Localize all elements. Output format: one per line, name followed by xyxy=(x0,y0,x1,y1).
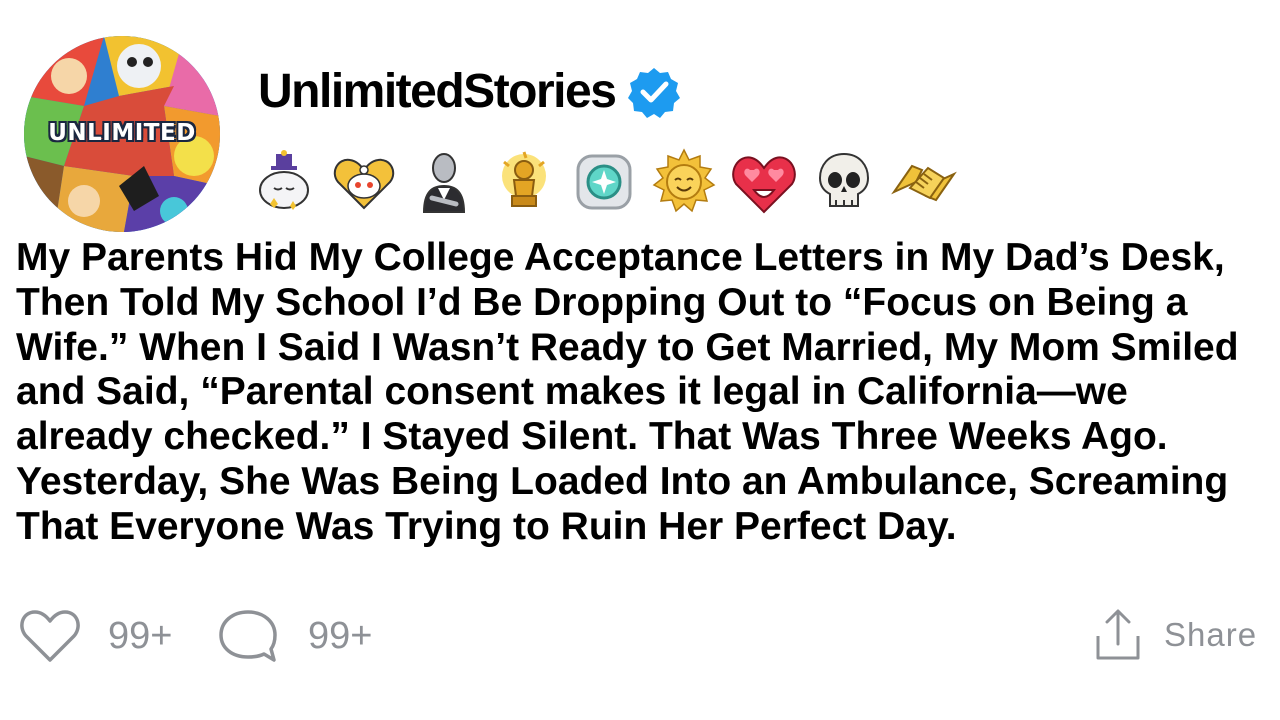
skull-award-icon[interactable] xyxy=(810,148,878,216)
username[interactable]: UnlimitedStories xyxy=(258,62,617,122)
avatar-label: UNLIMITED xyxy=(48,120,196,146)
award-badges xyxy=(250,148,958,216)
author-header: UnlimitedStories xyxy=(258,62,681,122)
handshake-award-icon[interactable] xyxy=(890,148,958,216)
comment-button[interactable]: 99+ xyxy=(218,608,372,664)
like-button[interactable]: 99+ xyxy=(18,608,172,664)
bald-statue-award-icon[interactable] xyxy=(410,148,478,216)
sleeping-snoo-award-icon[interactable] xyxy=(250,148,318,216)
silver-gem-award-icon[interactable] xyxy=(570,148,638,216)
heart-snoo-award-icon[interactable] xyxy=(330,148,398,216)
verified-badge-icon xyxy=(628,68,681,118)
share-label: Share xyxy=(1164,616,1258,653)
gold-trophy-award-icon[interactable] xyxy=(490,148,558,216)
like-count: 99+ xyxy=(108,614,173,657)
post-title[interactable]: My Parents Hid My College Acceptance Let… xyxy=(16,236,1266,550)
heart-eyes-award-icon[interactable] xyxy=(730,148,798,216)
share-upload-icon xyxy=(1096,609,1140,660)
post-actions: 99+ 99+ Share xyxy=(0,604,1280,666)
comment-bubble-icon xyxy=(219,610,277,662)
smiling-sun-award-icon[interactable] xyxy=(650,148,718,216)
comment-count: 99+ xyxy=(308,614,373,657)
avatar[interactable]: UNLIMITED xyxy=(24,36,220,232)
heart-icon xyxy=(20,610,80,662)
share-button[interactable]: Share xyxy=(1094,608,1257,662)
